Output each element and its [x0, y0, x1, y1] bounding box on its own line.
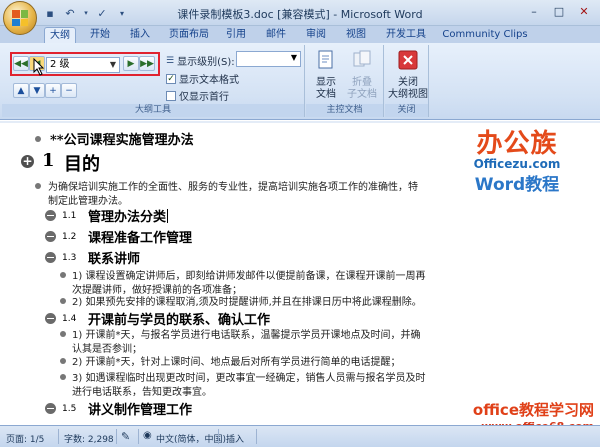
body-bullet[interactable] — [60, 272, 66, 278]
show-level-icon: ☰ — [166, 55, 175, 66]
tab-developer[interactable]: 开发工具 — [380, 27, 432, 43]
tab-insert[interactable]: 插入 — [124, 27, 156, 43]
close-button[interactable]: ✕ — [572, 2, 596, 20]
document-icon — [318, 50, 333, 69]
expand-heading-icon[interactable]: + — [21, 155, 34, 168]
heading2-number: 1.1 — [62, 211, 77, 221]
word-count[interactable]: 字数: 2,298 — [64, 432, 114, 445]
insert-mode[interactable]: 插入 — [226, 432, 244, 445]
show-first-line-checkbox[interactable] — [166, 90, 176, 101]
demote-button[interactable]: ▶ — [123, 56, 139, 71]
office-button[interactable] — [3, 1, 37, 35]
master-document-group: 显示 文档 折叠 子文档 主控文档 — [306, 45, 384, 117]
outline-tools-label: 大纲工具 — [2, 104, 304, 117]
show-document-button[interactable]: 显示 文档 — [310, 49, 342, 101]
page-indicator[interactable]: 页面: 1/5 — [6, 432, 44, 445]
show-level-label: 显示级别(S): — [177, 57, 235, 68]
body-bullet[interactable] — [60, 331, 66, 337]
tab-outline[interactable]: 大纲 — [44, 27, 76, 43]
body-bullet[interactable] — [60, 298, 66, 304]
promote-to-heading1-button[interactable]: ◀◀ — [13, 56, 29, 71]
ribbon-tabs: 大纲 开始 插入 页面布局 引用 邮件 审阅 视图 开发工具 Community… — [0, 26, 600, 43]
body-line[interactable]: 2) 如果预先安排的课程取消,须及时提醒讲师,并且在排课日历中将此课程删除。 — [72, 293, 422, 308]
chevron-down-icon: ▼ — [290, 53, 297, 62]
status-bar: 页面: 1/5 字数: 2,298 ✎ ◉ 中文(简体，中国) 插入 — [0, 425, 600, 447]
show-level-row: ☰ 显示级别(S): — [166, 53, 235, 69]
heading2-text[interactable]: 讲义制作管理工作 — [88, 399, 192, 418]
heading2-number: 1.4 — [62, 314, 77, 324]
mouse-cursor-icon — [33, 58, 45, 76]
collapse-subdocs-icon — [353, 50, 371, 67]
language-icon: ◉ — [143, 430, 152, 441]
heading2-number: 1.5 — [62, 404, 77, 414]
tab-home[interactable]: 开始 — [84, 27, 116, 43]
outline-level-select[interactable]: 2 级 ▼ — [46, 57, 120, 73]
show-level-select[interactable]: ▼ — [236, 51, 301, 67]
collapse-button[interactable]: − — [61, 83, 77, 98]
purpose-line-2[interactable]: 制定此管理办法。 — [48, 192, 128, 207]
tab-community-clips[interactable]: Community Clips — [440, 27, 530, 43]
collapse-subdocuments-button[interactable]: 折叠 子文档 — [346, 49, 378, 101]
close-icon — [398, 50, 418, 70]
ribbon: ◀◀ ◀ 2 级 ▼ ▶ ▶▶ ▲ ▼ + − ☰ 显示级别(S): ▼ ✓ 显… — [0, 43, 600, 120]
tab-references[interactable]: 引用 — [220, 27, 252, 43]
show-first-line-row[interactable]: 仅显示首行 — [166, 88, 229, 103]
body-bullet[interactable] — [35, 183, 41, 189]
tab-mailings[interactable]: 邮件 — [260, 27, 292, 43]
proofing-icon[interactable]: ✎ — [121, 430, 130, 443]
show-first-line-label: 仅显示首行 — [179, 92, 229, 103]
window-title: 课件录制模板3.doc [兼容模式] - Microsoft Word — [177, 8, 423, 21]
body-bullet[interactable] — [60, 374, 66, 380]
show-text-format-row[interactable]: ✓ 显示文本格式 — [166, 71, 239, 86]
body-line[interactable]: 1) 开课前*天，与报名学员进行电话联系，温馨提示学员开课地点及时间，并确 — [72, 326, 420, 341]
chevron-down-icon: ▼ — [109, 60, 116, 69]
minimize-button[interactable]: – — [522, 2, 546, 20]
move-down-button[interactable]: ▼ — [29, 83, 45, 98]
window-controls: – □ ✕ — [522, 2, 596, 20]
close-group-label: 关闭 — [385, 104, 428, 117]
expand-button[interactable]: + — [45, 83, 61, 98]
heading2-number: 1.2 — [62, 232, 77, 242]
show-text-format-label: 显示文本格式 — [179, 75, 239, 86]
heading2-text[interactable]: 管理办法分类 — [88, 206, 169, 225]
body-line[interactable]: 3) 如遇课程临时出现更改时间，更改事宜一经确定，销售人员需与报名学员及时 — [72, 369, 425, 384]
master-document-label: 主控文档 — [306, 104, 383, 117]
outline-tools-group: ◀◀ ◀ 2 级 ▼ ▶ ▶▶ ▲ ▼ + − ☰ 显示级别(S): ▼ ✓ 显… — [2, 45, 305, 117]
body-line[interactable]: 进行电话联系，告知更改事宜。 — [72, 383, 212, 398]
tab-view[interactable]: 视图 — [340, 27, 372, 43]
collapse-heading-icon[interactable] — [45, 252, 56, 263]
language-indicator[interactable]: 中文(简体，中国) — [156, 432, 226, 445]
collapse-heading-icon[interactable] — [45, 313, 56, 324]
move-up-button[interactable]: ▲ — [13, 83, 29, 98]
heading2-number: 1.3 — [62, 253, 77, 263]
purpose-line-1[interactable]: 为确保培训实施工作的全面性、服务的专业性，提高培训实施各项工作的准确性，特 — [48, 178, 418, 193]
collapse-heading-icon[interactable] — [45, 210, 56, 221]
heading1-number: 1 — [42, 150, 55, 171]
body-line[interactable]: 2) 开课前*天，针对上课时间、地点最后对所有学员进行简单的电话提醒； — [72, 353, 400, 368]
maximize-button[interactable]: □ — [547, 2, 571, 20]
officezu-watermark: 办公族 Officezu.com Word教程 — [473, 129, 561, 195]
close-outline-view-button[interactable]: 关闭 大纲视图 — [387, 49, 429, 101]
tab-page-layout[interactable]: 页面布局 — [163, 27, 215, 43]
collapse-heading-icon[interactable] — [45, 403, 56, 414]
title-bar: ▪ ↶ ▾ ✓ ▾ 课件录制模板3.doc [兼容模式] - Microsoft… — [0, 0, 600, 26]
body-bullet[interactable] — [60, 358, 66, 364]
body-bullet[interactable] — [35, 136, 41, 142]
text-cursor — [167, 209, 169, 223]
doc-title-line[interactable]: **公司课程实施管理办法 — [50, 129, 194, 148]
show-text-format-checkbox[interactable]: ✓ — [166, 73, 176, 84]
heading2-text[interactable]: 课程准备工作管理 — [88, 227, 192, 246]
body-line[interactable]: 1) 课程设置确定讲师后，即刻给讲师发邮件以便提前备课，在课程开课前一周再 — [72, 267, 425, 282]
office-logo-icon — [12, 10, 28, 26]
heading1-text[interactable]: 目的 — [64, 150, 100, 176]
demote-to-body-button[interactable]: ▶▶ — [139, 56, 155, 71]
close-group: 关闭 大纲视图 关闭 — [385, 45, 429, 117]
heading2-text[interactable]: 联系讲师 — [88, 248, 140, 267]
tab-review[interactable]: 审阅 — [300, 27, 332, 43]
collapse-heading-icon[interactable] — [45, 231, 56, 242]
